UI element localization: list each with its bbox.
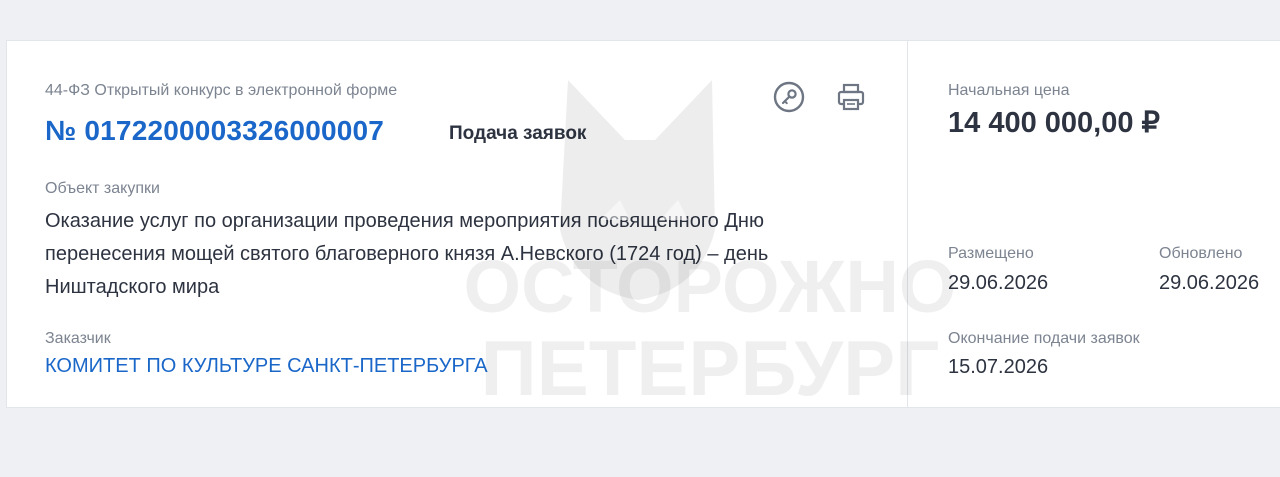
deadline-date: 15.07.2026 <box>948 356 1049 378</box>
object-label: Объект закупки <box>45 180 160 197</box>
column-divider <box>907 41 908 407</box>
notice-number-link[interactable]: № 0172200003326000007 <box>45 115 384 147</box>
key-circle-icon[interactable] <box>771 79 807 115</box>
object-description: Оказание услуг по организации проведения… <box>45 210 769 298</box>
customer-link[interactable]: КОМИТЕТ ПО КУЛЬТУРЕ САНКТ-ПЕТЕРБУРГА <box>45 355 488 378</box>
law-type-label: 44-ФЗ Открытый конкурс в электронной фор… <box>45 82 398 99</box>
posted-date: 29.06.2026 <box>948 272 1049 294</box>
purchase-card: 44-ФЗ Открытый конкурс в электронной фор… <box>6 40 1280 408</box>
updated-label: Обновлено <box>1159 245 1243 262</box>
updated-date: 29.06.2026 <box>1159 272 1260 294</box>
printer-icon[interactable] <box>833 79 869 115</box>
posted-label: Размещено <box>948 245 1034 262</box>
deadline-label: Окончание подачи заявок <box>948 330 1140 347</box>
stage-status: Подача заявок <box>449 123 587 144</box>
customer-label: Заказчик <box>45 330 111 347</box>
price-value: 14 400 000,00 ₽ <box>948 107 1160 139</box>
price-label: Начальная цена <box>948 82 1070 99</box>
